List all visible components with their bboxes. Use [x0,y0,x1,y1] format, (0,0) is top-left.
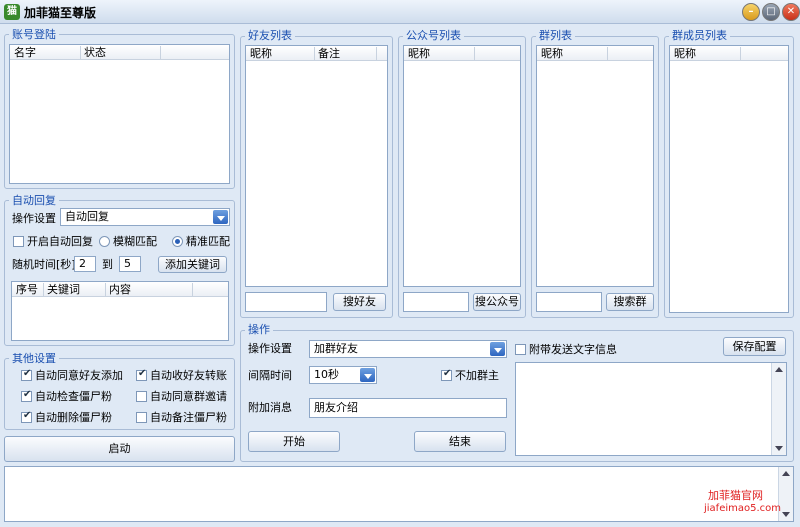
column-index[interactable]: 序号 [16,283,38,296]
random-time-label: 随机时间[秒] [12,258,76,271]
setting-label-3: 自动同意群邀请 [150,390,227,403]
no-group-owner-label: 不加群主 [455,369,499,382]
keyword-list[interactable]: 序号 关键词 内容 [11,281,229,341]
watermark-url: jiafeimao5.com [704,503,782,514]
setting-label-0: 自动同意好友添加 [35,369,123,382]
launch-button[interactable]: 启动 [4,436,235,462]
app-logo-icon: 猫 [4,4,20,20]
setting-label-1: 自动收好友转账 [150,369,227,382]
operation-op-label: 操作设置 [248,342,292,355]
enable-auto-reply-checkbox[interactable] [13,236,24,247]
chevron-down-icon [490,342,505,356]
friends-list[interactable]: 昵称 备注 [245,45,388,287]
interval-select[interactable]: 10秒 [309,366,377,384]
setting-checkbox-1[interactable] [136,368,147,381]
maximize-icon[interactable]: □ [762,3,780,21]
interval-value: 10秒 [314,368,339,381]
setting-label-5: 自动备注僵尸粉 [150,411,227,424]
setting-label-4: 自动删除僵尸粉 [35,411,112,424]
enable-auto-reply-label: 开启自动回复 [27,235,93,248]
attach-text-checkbox[interactable] [515,344,526,355]
members-legend: 群成员列表 [669,29,730,42]
column-remark[interactable]: 备注 [318,47,340,60]
interval-label: 间隔时间 [248,369,292,382]
fuzzy-match-radio[interactable] [99,236,110,247]
setting-checkbox-3[interactable] [136,391,147,402]
friend-search-input[interactable] [245,292,327,312]
extra-message-label: 附加消息 [248,401,292,414]
operation-legend: 操作 [245,323,273,336]
column-nickname[interactable]: 昵称 [250,47,272,60]
save-config-button[interactable]: 保存配置 [723,337,786,356]
column-nickname[interactable]: 昵称 [408,47,430,60]
attach-text-label: 附带发送文字信息 [529,343,617,356]
setting-checkbox-5[interactable] [136,412,147,423]
friends-list-header: 昵称 备注 [246,46,387,61]
search-official-button[interactable]: 搜公众号 [473,293,521,311]
close-icon[interactable]: ✕ [782,3,800,21]
column-nickname[interactable]: 昵称 [674,47,696,60]
column-keyword[interactable]: 关键词 [47,283,80,296]
random-time-from-input[interactable]: 2 [74,256,96,272]
exact-match-radio[interactable] [172,236,183,247]
friends-legend: 好友列表 [245,29,295,42]
members-list-header: 昵称 [670,46,788,61]
official-accounts-list-header: 昵称 [404,46,520,61]
account-login-legend: 账号登陆 [9,28,59,41]
groups-list[interactable]: 昵称 [536,45,654,287]
column-nickname[interactable]: 昵称 [541,47,563,60]
auto-reply-op-value: 自动回复 [65,210,109,223]
keyword-list-header: 序号 关键词 内容 [12,282,228,297]
chevron-down-icon [213,210,228,224]
official-accounts-legend: 公众号列表 [403,29,464,42]
members-list[interactable]: 昵称 [669,45,789,313]
end-button[interactable]: 结束 [414,431,506,452]
title-bar [0,0,800,24]
operation-op-select[interactable]: 加群好友 [309,340,507,358]
no-group-owner-checkbox[interactable] [441,368,452,381]
message-scrollbar[interactable] [771,363,786,455]
message-textarea[interactable] [515,362,787,456]
column-status[interactable]: 状态 [84,46,106,59]
auto-reply-op-label: 操作设置 [12,212,56,225]
groups-legend: 群列表 [536,29,575,42]
log-textarea[interactable] [4,466,794,522]
random-time-to-input[interactable]: 5 [119,256,141,272]
minimize-icon[interactable]: – [742,3,760,21]
other-settings-legend: 其他设置 [9,352,59,365]
search-groups-button[interactable]: 搜索群 [606,293,654,311]
search-friends-button[interactable]: 搜好友 [333,293,386,311]
watermark-title: 加菲猫官网 [708,489,763,502]
fuzzy-match-label: 模糊匹配 [113,235,157,248]
official-accounts-list[interactable]: 昵称 [403,45,521,287]
column-content[interactable]: 内容 [109,283,131,296]
setting-checkbox-4[interactable] [21,410,32,423]
column-name[interactable]: 名字 [14,46,36,59]
add-keyword-button[interactable]: 添加关键词 [158,256,227,273]
extra-message-input[interactable]: 朋友介绍 [309,398,507,418]
to-label: 到 [102,258,113,271]
account-list-header: 名字 状态 [10,45,229,60]
auto-reply-op-select[interactable]: 自动回复 [60,208,230,226]
setting-label-2: 自动检查僵尸粉 [35,390,112,403]
exact-match-label: 精准匹配 [186,235,230,248]
chevron-down-icon [360,368,375,382]
groups-list-header: 昵称 [537,46,653,61]
group-search-input[interactable] [536,292,602,312]
auto-reply-legend: 自动回复 [9,194,59,207]
official-search-input[interactable] [403,292,469,312]
start-button[interactable]: 开始 [248,431,340,452]
setting-checkbox-2[interactable] [21,389,32,402]
account-list[interactable]: 名字 状态 [9,44,230,184]
operation-op-value: 加群好友 [314,342,358,355]
setting-checkbox-0[interactable] [21,368,32,381]
window-title: 加菲猫至尊版 [24,6,97,20]
